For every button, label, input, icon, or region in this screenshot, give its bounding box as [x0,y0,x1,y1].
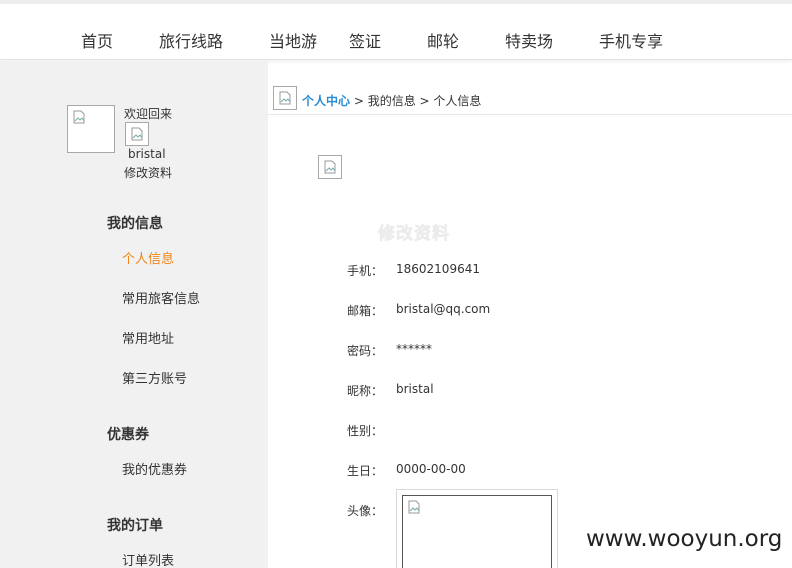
birthday-value: 0000-00-00 [396,462,466,476]
edit-profile-title: 修改资料 [378,224,450,244]
nav-travel-routes[interactable]: 旅行线路 [159,28,223,52]
sidebar-item-addresses[interactable]: 常用地址 [122,328,174,347]
nav-special-sale[interactable]: 特卖场 [505,28,553,52]
broken-image-icon [324,160,336,174]
nickname-label: 昵称： [347,384,384,398]
gender-label: 性别： [347,424,384,438]
section-coupons: 优惠券 [107,427,149,443]
breadcrumb: 个人中心 > 我的信息 > 个人信息 [302,92,481,109]
content-image [318,155,342,179]
sidebar-item-my-coupons[interactable]: 我的优惠券 [122,459,187,478]
avatar-preview [402,495,552,568]
user-avatar [67,105,115,153]
nickname-value: bristal [396,382,434,396]
password-label: 密码： [347,344,384,358]
section-my-orders: 我的订单 [107,518,163,534]
sidebar-item-third-party-accounts[interactable]: 第三方账号 [122,368,187,387]
email-value: bristal@qq.com [396,302,491,316]
avatar-upload[interactable] [396,489,558,568]
birthday-label: 生日： [347,464,384,478]
broken-image-icon [73,110,85,124]
phone-label: 手机： [347,264,384,278]
sidebar-item-frequent-travelers[interactable]: 常用旅客信息 [122,288,200,307]
nav-mobile-exclusive[interactable]: 手机专享 [599,28,663,52]
email-label: 邮箱： [347,304,384,318]
phone-value: 18602109641 [396,262,480,276]
breadcrumb-separator: > [415,94,434,108]
breadcrumb-image [273,86,297,110]
broken-image-icon [279,91,291,105]
watermark: www.wooyun.org [586,526,783,552]
avatar-label: 头像： [347,504,384,518]
sidebar-item-order-list[interactable]: 订单列表 [122,550,174,568]
nav-local-tours[interactable]: 当地游 [269,28,317,52]
sidebar-item-personal-info[interactable]: 个人信息 [122,248,174,267]
breadcrumb-separator: > [350,94,368,108]
nav-cruise[interactable]: 邮轮 [427,28,459,52]
sidebar-username: bristal [128,147,166,161]
welcome-text: 欢迎回来 [124,107,173,121]
breadcrumb-personal-info: 个人信息 [433,94,482,108]
broken-image-icon [131,127,143,141]
top-nav: 首页 旅行线路 当地游 签证 邮轮 特卖场 手机专享 [0,0,792,60]
nav-home[interactable]: 首页 [81,28,113,52]
section-my-info: 我的信息 [107,216,163,232]
password-value: ****** [396,342,432,356]
user-small-image [125,122,149,146]
breadcrumb-my-info[interactable]: 我的信息 [368,94,416,108]
nav-visa[interactable]: 签证 [349,28,381,52]
broken-image-icon [408,500,420,514]
edit-profile-link[interactable]: 修改资料 [124,164,172,181]
breadcrumb-user-center[interactable]: 个人中心 [302,94,350,108]
